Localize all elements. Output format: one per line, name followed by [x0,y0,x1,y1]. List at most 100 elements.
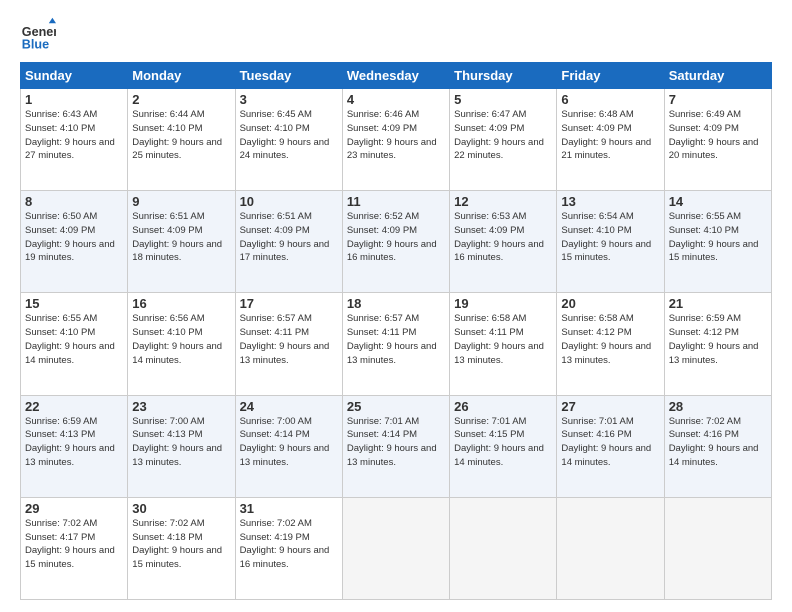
day-number: 24 [240,399,338,414]
day-number: 3 [240,92,338,107]
calendar-cell: 24 Sunrise: 7:00 AMSunset: 4:14 PMDayligh… [235,395,342,497]
day-info: Sunrise: 7:02 AMSunset: 4:17 PMDaylight:… [25,518,115,570]
day-number: 7 [669,92,767,107]
day-info: Sunrise: 6:58 AMSunset: 4:11 PMDaylight:… [454,313,544,365]
weekday-header-saturday: Saturday [664,63,771,89]
calendar-cell: 1 Sunrise: 6:43 AMSunset: 4:10 PMDaylight… [21,89,128,191]
day-number: 5 [454,92,552,107]
calendar-cell: 10 Sunrise: 6:51 AMSunset: 4:09 PMDayligh… [235,191,342,293]
page: General Blue SundayMondayTuesdayWednesda… [0,0,792,612]
day-number: 10 [240,194,338,209]
day-info: Sunrise: 6:44 AMSunset: 4:10 PMDaylight:… [132,109,222,161]
calendar-cell: 25 Sunrise: 7:01 AMSunset: 4:14 PMDayligh… [342,395,449,497]
day-info: Sunrise: 7:00 AMSunset: 4:14 PMDaylight:… [240,416,330,468]
day-info: Sunrise: 6:43 AMSunset: 4:10 PMDaylight:… [25,109,115,161]
day-info: Sunrise: 6:57 AMSunset: 4:11 PMDaylight:… [240,313,330,365]
calendar-cell [450,497,557,599]
day-info: Sunrise: 7:00 AMSunset: 4:13 PMDaylight:… [132,416,222,468]
calendar-cell: 27 Sunrise: 7:01 AMSunset: 4:16 PMDayligh… [557,395,664,497]
calendar-cell: 31Sunrise: 7:02 AMSunset: 4:19 PMDayligh… [235,497,342,599]
day-number: 15 [25,296,123,311]
weekday-header-tuesday: Tuesday [235,63,342,89]
weekday-header-friday: Friday [557,63,664,89]
day-info: Sunrise: 6:59 AMSunset: 4:13 PMDaylight:… [25,416,115,468]
logo-icon: General Blue [20,16,56,52]
calendar-cell: 23 Sunrise: 7:00 AMSunset: 4:13 PMDayligh… [128,395,235,497]
day-number: 2 [132,92,230,107]
day-info: Sunrise: 6:47 AMSunset: 4:09 PMDaylight:… [454,109,544,161]
day-number: 9 [132,194,230,209]
day-info: Sunrise: 6:55 AMSunset: 4:10 PMDaylight:… [25,313,115,365]
day-info: Sunrise: 7:01 AMSunset: 4:14 PMDaylight:… [347,416,437,468]
day-number: 18 [347,296,445,311]
calendar-cell: 2 Sunrise: 6:44 AMSunset: 4:10 PMDaylight… [128,89,235,191]
day-info: Sunrise: 6:53 AMSunset: 4:09 PMDaylight:… [454,211,544,263]
day-number: 11 [347,194,445,209]
calendar-cell: 29 Sunrise: 7:02 AMSunset: 4:17 PMDayligh… [21,497,128,599]
day-number: 12 [454,194,552,209]
day-number: 26 [454,399,552,414]
day-info: Sunrise: 7:02 AMSunset: 4:16 PMDaylight:… [669,416,759,468]
calendar-cell: 12 Sunrise: 6:53 AMSunset: 4:09 PMDayligh… [450,191,557,293]
calendar-cell [557,497,664,599]
calendar-cell: 26 Sunrise: 7:01 AMSunset: 4:15 PMDayligh… [450,395,557,497]
calendar-cell: 28 Sunrise: 7:02 AMSunset: 4:16 PMDayligh… [664,395,771,497]
day-number: 27 [561,399,659,414]
calendar-cell: 5 Sunrise: 6:47 AMSunset: 4:09 PMDaylight… [450,89,557,191]
calendar-cell: 17 Sunrise: 6:57 AMSunset: 4:11 PMDayligh… [235,293,342,395]
calendar-week-4: 22 Sunrise: 6:59 AMSunset: 4:13 PMDayligh… [21,395,772,497]
calendar-cell: 21Sunrise: 6:59 AMSunset: 4:12 PMDayligh… [664,293,771,395]
day-info: Sunrise: 6:52 AMSunset: 4:09 PMDaylight:… [347,211,437,263]
calendar-week-3: 15 Sunrise: 6:55 AMSunset: 4:10 PMDayligh… [21,293,772,395]
day-number: 13 [561,194,659,209]
day-info: Sunrise: 6:45 AMSunset: 4:10 PMDaylight:… [240,109,330,161]
calendar-cell [664,497,771,599]
calendar-week-1: 1 Sunrise: 6:43 AMSunset: 4:10 PMDaylight… [21,89,772,191]
day-number: 25 [347,399,445,414]
logo: General Blue [20,16,60,52]
calendar-table: SundayMondayTuesdayWednesdayThursdayFrid… [20,62,772,600]
day-number: 22 [25,399,123,414]
calendar-cell: 9 Sunrise: 6:51 AMSunset: 4:09 PMDaylight… [128,191,235,293]
day-number: 6 [561,92,659,107]
calendar-cell: 4Sunrise: 6:46 AMSunset: 4:09 PMDaylight… [342,89,449,191]
calendar-cell: 15 Sunrise: 6:55 AMSunset: 4:10 PMDayligh… [21,293,128,395]
weekday-header-sunday: Sunday [21,63,128,89]
day-number: 19 [454,296,552,311]
calendar-cell: 7 Sunrise: 6:49 AMSunset: 4:09 PMDaylight… [664,89,771,191]
day-number: 28 [669,399,767,414]
calendar-cell: 16 Sunrise: 6:56 AMSunset: 4:10 PMDayligh… [128,293,235,395]
day-number: 29 [25,501,123,516]
calendar-cell: 14 Sunrise: 6:55 AMSunset: 4:10 PMDayligh… [664,191,771,293]
day-number: 14 [669,194,767,209]
weekday-header-row: SundayMondayTuesdayWednesdayThursdayFrid… [21,63,772,89]
calendar-cell [342,497,449,599]
calendar-cell: 3 Sunrise: 6:45 AMSunset: 4:10 PMDaylight… [235,89,342,191]
calendar-cell: 30Sunrise: 7:02 AMSunset: 4:18 PMDayligh… [128,497,235,599]
day-info: Sunrise: 7:01 AMSunset: 4:16 PMDaylight:… [561,416,651,468]
day-info: Sunrise: 6:56 AMSunset: 4:10 PMDaylight:… [132,313,222,365]
day-number: 8 [25,194,123,209]
day-info: Sunrise: 6:51 AMSunset: 4:09 PMDaylight:… [132,211,222,263]
calendar-cell: 8 Sunrise: 6:50 AMSunset: 4:09 PMDaylight… [21,191,128,293]
day-number: 23 [132,399,230,414]
weekday-header-thursday: Thursday [450,63,557,89]
calendar-cell: 18 Sunrise: 6:57 AMSunset: 4:11 PMDayligh… [342,293,449,395]
day-number: 16 [132,296,230,311]
day-info: Sunrise: 6:57 AMSunset: 4:11 PMDaylight:… [347,313,437,365]
day-info: Sunrise: 6:59 AMSunset: 4:12 PMDaylight:… [669,313,759,365]
day-info: Sunrise: 7:01 AMSunset: 4:15 PMDaylight:… [454,416,544,468]
day-info: Sunrise: 6:46 AMSunset: 4:09 PMDaylight:… [347,109,437,161]
day-number: 30 [132,501,230,516]
calendar-cell: 6Sunrise: 6:48 AMSunset: 4:09 PMDaylight… [557,89,664,191]
day-number: 1 [25,92,123,107]
day-number: 17 [240,296,338,311]
day-info: Sunrise: 6:50 AMSunset: 4:09 PMDaylight:… [25,211,115,263]
calendar-cell: 11 Sunrise: 6:52 AMSunset: 4:09 PMDayligh… [342,191,449,293]
day-info: Sunrise: 6:58 AMSunset: 4:12 PMDaylight:… [561,313,651,365]
calendar-week-2: 8 Sunrise: 6:50 AMSunset: 4:09 PMDaylight… [21,191,772,293]
calendar-cell: 19 Sunrise: 6:58 AMSunset: 4:11 PMDayligh… [450,293,557,395]
day-info: Sunrise: 6:49 AMSunset: 4:09 PMDaylight:… [669,109,759,161]
day-info: Sunrise: 6:55 AMSunset: 4:10 PMDaylight:… [669,211,759,263]
day-info: Sunrise: 6:51 AMSunset: 4:09 PMDaylight:… [240,211,330,263]
